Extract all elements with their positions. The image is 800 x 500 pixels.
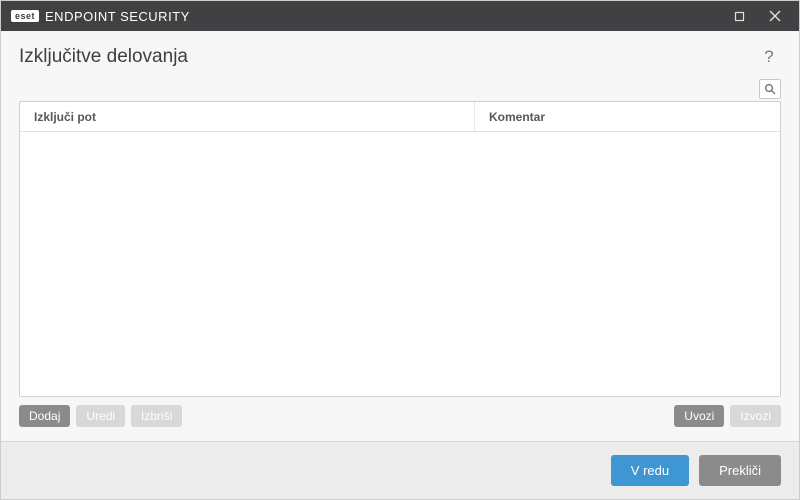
table-body [20, 132, 780, 396]
search-icon [764, 83, 776, 95]
brand: eset ENDPOINT SECURITY [11, 9, 190, 24]
help-button[interactable]: ? [757, 45, 781, 69]
titlebar: eset ENDPOINT SECURITY [1, 1, 799, 31]
column-header-comment[interactable]: Komentar [475, 102, 780, 131]
footer: V redu Prekliči [1, 441, 799, 499]
search-button[interactable] [759, 79, 781, 99]
edit-button: Uredi [76, 405, 125, 427]
brand-text: ENDPOINT SECURITY [45, 9, 190, 24]
cancel-button[interactable]: Prekliči [699, 455, 781, 486]
ok-button[interactable]: V redu [611, 455, 689, 486]
window: eset ENDPOINT SECURITY Izključitve delov… [0, 0, 800, 500]
search-row [19, 79, 781, 99]
content-area: Izključitve delovanja ? Izključi pot Kom… [1, 31, 799, 441]
delete-button: Izbriši [131, 405, 182, 427]
import-button[interactable]: Uvozi [674, 405, 724, 427]
export-button: Izvozi [730, 405, 781, 427]
column-header-path[interactable]: Izključi pot [20, 102, 475, 131]
square-icon [734, 11, 745, 22]
page-title: Izključitve delovanja [19, 46, 757, 68]
help-icon: ? [764, 47, 773, 67]
close-window-button[interactable] [757, 1, 793, 31]
table-header: Izključi pot Komentar [20, 102, 780, 132]
add-button[interactable]: Dodaj [19, 405, 70, 427]
minimize-window-button[interactable] [721, 1, 757, 31]
table-actions: Dodaj Uredi Izbriši Uvozi Izvozi [19, 397, 781, 441]
heading-row: Izključitve delovanja ? [19, 45, 781, 69]
brand-badge: eset [11, 10, 39, 22]
close-icon [769, 10, 781, 22]
exclusions-table: Izključi pot Komentar [19, 101, 781, 397]
